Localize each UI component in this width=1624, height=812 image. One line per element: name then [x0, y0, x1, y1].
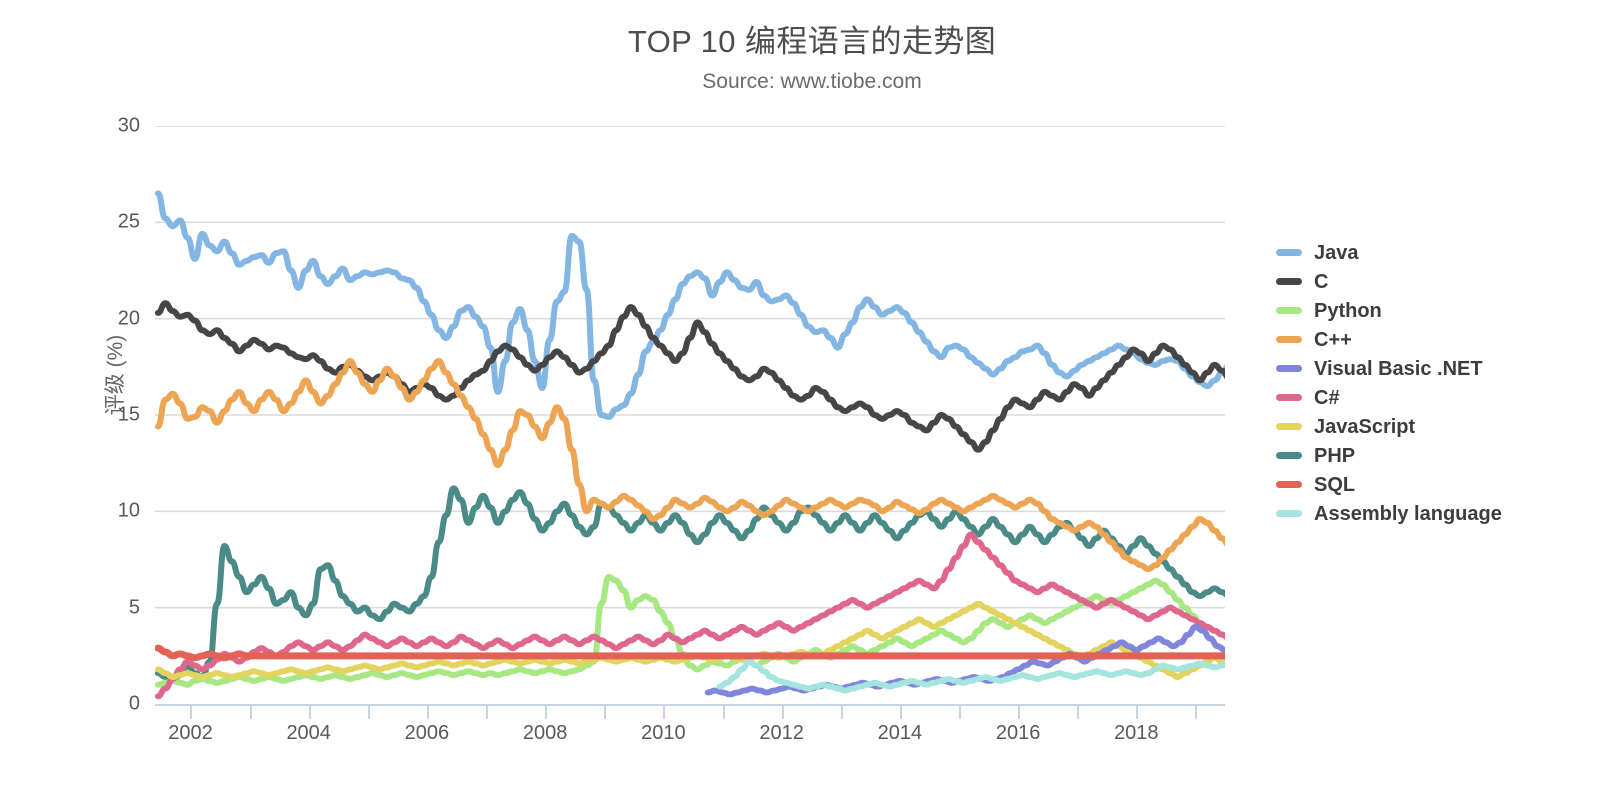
x-axis-tick-label: 2004: [286, 722, 331, 744]
x-axis-tick-mark: [781, 706, 784, 719]
legend-swatch-icon: [1276, 481, 1302, 488]
legend-item-visual-basic-net[interactable]: Visual Basic .NET: [1276, 354, 1606, 383]
x-axis-tick-mark: [663, 706, 666, 719]
legend-item-label: Visual Basic .NET: [1314, 357, 1483, 380]
legend-item-c[interactable]: C: [1276, 267, 1606, 296]
x-axis-tick-label: 2010: [641, 722, 686, 744]
x-axis-tick-label: 2008: [522, 722, 568, 744]
x-axis-tick-label: 2012: [759, 722, 804, 744]
x-axis-tick-mark: [1077, 706, 1080, 719]
x-axis-tick-mark: [1136, 706, 1139, 719]
x-axis-tick-mark: [190, 706, 193, 719]
legend-swatch-icon: [1276, 249, 1302, 256]
legend-item-assembly-language[interactable]: Assembly language: [1276, 499, 1606, 528]
x-axis-tick-mark: [1018, 706, 1021, 719]
x-axis-tick-mark: [367, 706, 370, 719]
x-axis-tick-mark: [249, 706, 252, 719]
legend-item-label: PHP: [1314, 444, 1356, 467]
x-axis-tick-mark: [1195, 706, 1198, 719]
x-axis-tick-mark: [840, 706, 843, 719]
legend-swatch-icon: [1276, 423, 1302, 430]
chart-page: TOP 10 编程语言的走势图 Source: www.tiobe.com 评级…: [0, 0, 1624, 812]
legend-item-label: Assembly language: [1314, 502, 1502, 525]
x-axis-tick-label: 2018: [1114, 722, 1159, 744]
legend-item-c-[interactable]: C#: [1276, 383, 1606, 412]
legend-swatch-icon: [1276, 278, 1302, 285]
legend-item-sql[interactable]: SQL: [1276, 470, 1606, 499]
legend-swatch-icon: [1276, 452, 1302, 459]
x-axis-tick-label: 2016: [995, 722, 1041, 744]
x-axis-tick-label: 2014: [877, 722, 923, 744]
legend-item-label: C: [1314, 270, 1329, 293]
x-axis-tick-mark: [308, 706, 311, 719]
legend-item-label: SQL: [1314, 473, 1356, 496]
legend-item-python[interactable]: Python: [1276, 296, 1606, 325]
x-axis-tick-mark: [899, 706, 902, 719]
x-axis-tick-label: 2002: [168, 722, 213, 744]
legend-swatch-icon: [1276, 510, 1302, 517]
legend-swatch-icon: [1276, 365, 1302, 372]
x-axis-tick-mark: [486, 706, 489, 719]
legend-item-php[interactable]: PHP: [1276, 441, 1606, 470]
x-axis-tick-mark: [545, 706, 548, 719]
x-axis-tick-label: 2006: [404, 722, 450, 744]
x-axis-tick-mark: [722, 706, 725, 719]
legend-swatch-icon: [1276, 336, 1302, 343]
x-axis-tick-mark: [426, 706, 429, 719]
legend-swatch-icon: [1276, 307, 1302, 314]
legend-item-c-[interactable]: C++: [1276, 325, 1606, 354]
legend-item-label: Python: [1314, 299, 1382, 322]
legend-item-label: C#: [1314, 386, 1340, 409]
chart-legend: Java C Python C++ Visual Basic .NET C# JavaScr…: [1276, 238, 1606, 528]
x-axis-tick-mark: [958, 706, 961, 719]
legend-item-javascript[interactable]: JavaScript: [1276, 412, 1606, 441]
x-axis-tick-mark: [604, 706, 607, 719]
legend-item-java[interactable]: Java: [1276, 238, 1606, 267]
legend-item-label: Java: [1314, 241, 1359, 264]
legend-item-label: C++: [1314, 328, 1352, 351]
legend-swatch-icon: [1276, 394, 1302, 401]
legend-item-label: JavaScript: [1314, 415, 1416, 438]
